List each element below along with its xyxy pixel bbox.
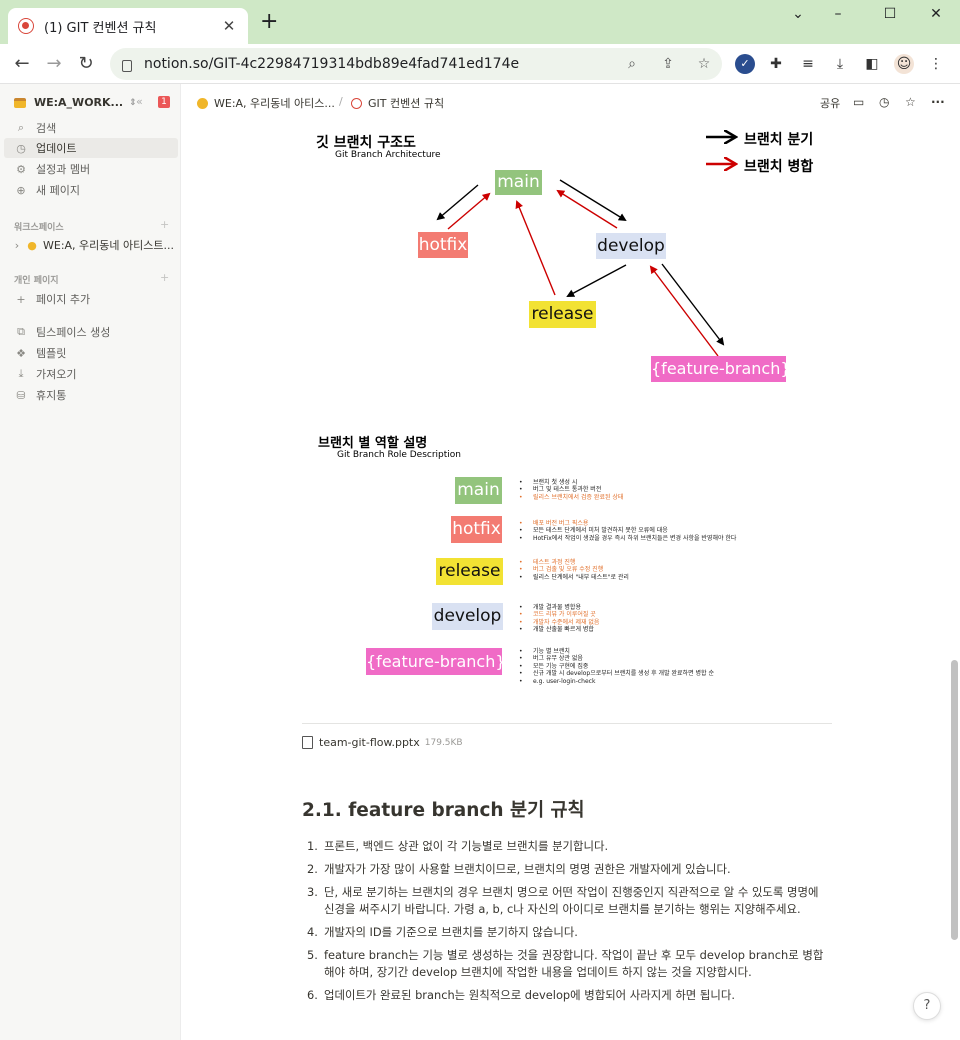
arrow-main-to-hotfix <box>436 184 479 221</box>
role-release-list: 테스트 과정 진행 버그 검출 및 오류 수정 진행 릴리스 단계에서 "내부 … <box>519 559 629 582</box>
file-name: team-git-flow.pptx <box>319 736 420 749</box>
list-item: 6. 업데이트가 완료된 branch는 원칙적으로 develop에 병합되어 … <box>302 987 832 1004</box>
list-text: feature branch는 기능 별로 생성하는 것을 권장합니다. 작업이… <box>324 947 824 979</box>
arrow-feature-to-develop <box>649 265 719 357</box>
list-item: 버그 유무 상관 없음 <box>519 655 714 663</box>
list-number: 1. <box>307 839 318 853</box>
list-item: 4. 개발자의 ID를 기준으로 브랜치를 분기하지 않습니다. <box>302 924 832 941</box>
node-main: main <box>495 170 542 195</box>
list-item: 릴리스 단계에서 "내부 테스트"로 관리 <box>519 574 629 582</box>
list-item: 3. 단, 새로 분기하는 브랜치의 경우 브랜치 명으로 어떤 작업이 진행중인… <box>302 884 832 918</box>
role-main-list: 브랜치 첫 생성 시 버그 및 테스트 통과한 버전 릴리스 브랜치에서 검증 … <box>519 479 623 502</box>
node-release: release <box>529 301 596 328</box>
arrow-develop-to-feature <box>661 263 725 346</box>
list-text: 단, 새로 분기하는 브랜치의 경우 브랜치 명으로 어떤 작업이 진행중인지 … <box>324 884 819 916</box>
arrow-main-to-develop <box>559 179 627 222</box>
role-hotfix-list: 배포 버전 버그 픽스용 모든 테스트 단계에서 미처 발견하지 못한 오류에 … <box>519 520 736 543</box>
list-item: 5. feature branch는 기능 별로 생성하는 것을 권장합니다. 작… <box>302 947 832 981</box>
help-button[interactable]: ? <box>913 992 941 1020</box>
list-text: 개발자가 가장 많이 사용할 브랜치이므로, 브랜치의 명명 권한은 개발자에게… <box>324 861 731 876</box>
list-item: 모든 테스트 단계에서 미처 발견하지 못한 오류에 대응 <box>519 527 736 535</box>
diagram2-subtitle: Git Branch Role Description <box>337 450 461 460</box>
legend-merge-label: 브랜치 병합 <box>744 159 814 175</box>
list-item: 코드 리뷰 가 이루어질 곳 <box>519 611 599 619</box>
role-develop-list: 개발 결과물 병합용 코드 리뷰 가 이루어질 곳 개발자 수준에서 제재 없음… <box>519 604 599 634</box>
list-number: 2. <box>307 861 318 876</box>
list-number: 5. <box>307 947 318 962</box>
role-develop-label: develop <box>432 603 503 630</box>
diagram2-title: 브랜치 별 역할 설명 <box>318 436 428 451</box>
list-item: 버그 및 테스트 통과한 버전 <box>519 486 623 494</box>
list-text: 업데이트가 완료된 branch는 원칙적으로 develop에 병합되어 사라… <box>324 987 735 1002</box>
arrow-develop-to-release <box>566 264 627 297</box>
arrow-hotfix-to-main <box>447 192 491 230</box>
list-item: e.g. user-login-check <box>519 678 714 686</box>
list-item: 개발 산출물 빠르게 병합 <box>519 626 599 634</box>
role-feature-list: 기능 별 브랜치 버그 유무 상관 없음 모든 기능 구현에 집중 신규 개발 … <box>519 648 714 685</box>
file-icon <box>302 736 313 749</box>
list-text: 프론트, 백엔드 상관 없이 각 기능별로 브랜치를 분기합니다. <box>324 839 609 853</box>
file-attachment[interactable]: team-git-flow.pptx 179.5KB <box>302 736 463 749</box>
list-number: 4. <box>307 924 318 939</box>
rules-list: 1. 프론트, 백엔드 상관 없이 각 기능별로 브랜치를 분기합니다. 2. 개발… <box>302 838 832 1010</box>
list-item: 1. 프론트, 백엔드 상관 없이 각 기능별로 브랜치를 분기합니다. <box>302 838 832 855</box>
list-item: 신규 개발 시 develop으로부터 브랜치를 생성 후 개발 완료하면 병합… <box>519 670 714 678</box>
content-divider <box>302 723 832 724</box>
role-main-label: main <box>455 477 502 504</box>
role-feature-label: {feature-branch} <box>366 648 506 675</box>
list-number: 6. <box>307 987 318 1002</box>
file-size: 179.5KB <box>424 737 463 748</box>
role-release-label: release <box>436 558 503 585</box>
list-item: 릴리스 브랜치에서 검증 완료된 상태 <box>519 494 623 502</box>
list-item: 버그 검출 및 오류 수정 진행 <box>519 566 629 574</box>
node-hotfix: hotfix <box>418 232 468 258</box>
section-heading: 2.1. feature branch 분기 규칙 <box>302 800 585 821</box>
legend-branch-label: 브랜치 분기 <box>744 132 814 148</box>
list-item: HotFix에서 작업이 생겼을 경우 즉시 하위 브랜치들은 변경 사항을 반… <box>519 535 736 543</box>
node-develop: develop <box>596 233 666 259</box>
list-item: 2. 개발자가 가장 많이 사용할 브랜치이므로, 브랜치의 명명 권한은 개발자… <box>302 861 832 878</box>
node-feature-branch: {feature-branch} <box>651 356 791 382</box>
role-hotfix-label: hotfix <box>451 516 502 543</box>
arrow-release-to-main <box>515 200 556 296</box>
list-number: 3. <box>307 884 318 899</box>
list-text: 개발자의 ID를 기준으로 브랜치를 분기하지 않습니다. <box>324 924 578 939</box>
